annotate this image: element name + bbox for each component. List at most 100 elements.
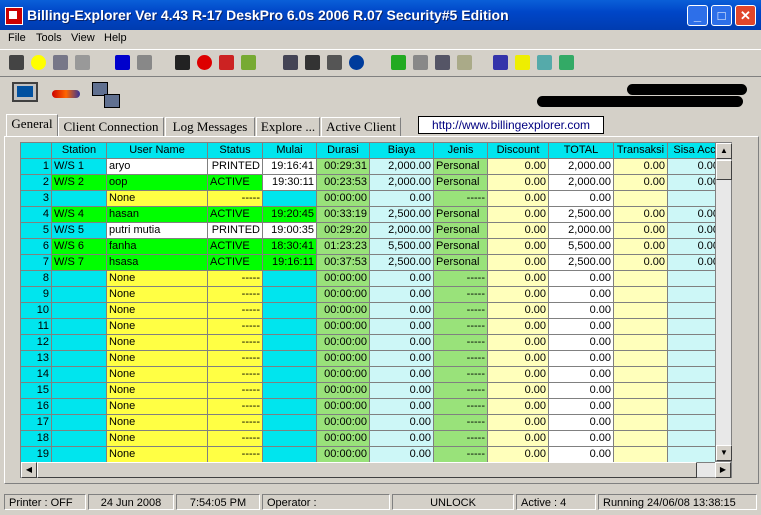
table-row[interactable]: 1 W/S 1 aryo PRINTED 19:16:41 00:29:31 2,000.0… — [21, 159, 715, 175]
scroll-left-button[interactable]: ◀ — [21, 462, 37, 478]
total-cell: 0.00 — [549, 351, 614, 367]
column-header[interactable]: Discount — [488, 143, 549, 159]
users-icon-glyph — [305, 55, 320, 70]
discount-cell: 0.00 — [488, 319, 549, 335]
table-row[interactable]: 10 None ----- 00:00:00 0.00 ----- 0.00 0.00 — [21, 303, 715, 319]
row-number: 5 — [21, 223, 52, 239]
total-cell: 0.00 — [549, 319, 614, 335]
table-row[interactable]: 6 W/S 6 fanha ACTIVE 18:30:41 01:23:23 5,500.0… — [21, 239, 715, 255]
horizontal-scrollbar[interactable]: ◀ ▶ — [20, 462, 732, 478]
key-icon[interactable] — [72, 53, 93, 73]
table-row[interactable]: 18 None ----- 00:00:00 0.00 ----- 0.00 0.00 — [21, 431, 715, 447]
redacted-block — [537, 96, 743, 107]
printer-icon[interactable] — [324, 53, 345, 73]
row-number: 17 — [21, 415, 52, 431]
scroll-thumb[interactable] — [716, 160, 732, 180]
table-row[interactable]: 9 None ----- 00:00:00 0.00 ----- 0.00 0.00 — [21, 287, 715, 303]
column-header[interactable]: User Name — [107, 143, 208, 159]
menu-view[interactable]: View — [71, 32, 95, 44]
lock-icon[interactable] — [50, 53, 71, 73]
column-header[interactable]: Jenis — [434, 143, 488, 159]
table-row[interactable]: 11 None ----- 00:00:00 0.00 ----- 0.00 0.00 — [21, 319, 715, 335]
table-row[interactable]: 2 W/S 2 oop ACTIVE 19:30:11 00:23:53 2,000.00 P… — [21, 175, 715, 191]
status-date: 24 Jun 2008 — [88, 494, 174, 510]
info-icon[interactable] — [346, 53, 367, 73]
scroll-right-button[interactable]: ▶ — [715, 462, 731, 478]
biaya-cell: 0.00 — [370, 415, 434, 431]
tab-general[interactable]: General — [6, 114, 58, 136]
table-row[interactable]: 4 W/S 4 hasan ACTIVE 19:20:45 00:33:19 2,500.0… — [21, 207, 715, 223]
close-button[interactable]: ✕ — [735, 5, 756, 26]
column-header[interactable]: Status — [208, 143, 263, 159]
hand-icon[interactable] — [238, 53, 259, 73]
client-grid[interactable]: Station User Name Status Mulai Durasi Biaya Je… — [20, 142, 716, 464]
network-icon[interactable] — [280, 53, 301, 73]
column-header[interactable]: Sisa Acc — [668, 143, 715, 159]
table-row[interactable]: 13 None ----- 00:00:00 0.00 ----- 0.00 0.00 — [21, 351, 715, 367]
durasi-cell: 00:00:00 — [317, 287, 370, 303]
minimize-button[interactable]: _ — [687, 5, 708, 26]
table-row[interactable]: 5 W/S 5 putri mutia PRINTED 19:00:35 00:29:20… — [21, 223, 715, 239]
flash-icon[interactable] — [512, 53, 533, 73]
table-row[interactable]: 3 None ----- 00:00:00 0.00 ----- 0.00 0.00 — [21, 191, 715, 207]
column-header[interactable]: Mulai — [263, 143, 317, 159]
column-header[interactable]: Transaksi — [614, 143, 668, 159]
car-icon[interactable] — [52, 90, 80, 98]
table-row[interactable]: 7 W/S 7 hsasa ACTIVE 19:16:11 00:37:53 2,500.0… — [21, 255, 715, 271]
station-cell: W/S 1 — [52, 159, 107, 175]
column-header[interactable]: Biaya — [370, 143, 434, 159]
menu-file[interactable]: File — [8, 32, 26, 44]
menu-help[interactable]: Help — [104, 32, 127, 44]
smiley-icon[interactable] — [28, 53, 49, 73]
hscroll-thumb[interactable] — [37, 462, 697, 478]
tab-client-connection[interactable]: Client Connection — [58, 117, 164, 136]
sisa-acc-cell — [668, 191, 715, 207]
sisa-acc-cell: 0.00 — [668, 239, 715, 255]
users-icon[interactable] — [302, 53, 323, 73]
clock-run-icon[interactable] — [134, 53, 155, 73]
total-cell: 2,000.00 — [549, 175, 614, 191]
timer-icon[interactable] — [216, 53, 237, 73]
refresh-icon[interactable] — [556, 53, 577, 73]
user-cell: None — [107, 367, 208, 383]
durasi-cell: 00:37:53 — [317, 255, 370, 271]
scroll-down-button[interactable]: ▼ — [716, 445, 732, 461]
tab-active-client[interactable]: Active Client — [321, 117, 401, 136]
tab-explore[interactable]: Explore ... — [256, 117, 320, 136]
table-row[interactable]: 17 None ----- 00:00:00 0.00 ----- 0.00 0.00 — [21, 415, 715, 431]
document-icon[interactable] — [432, 53, 453, 73]
monitor-icon[interactable] — [112, 53, 133, 73]
discount-cell: 0.00 — [488, 399, 549, 415]
menu-tools[interactable]: Tools — [36, 32, 62, 44]
table-row[interactable]: 15 None ----- 00:00:00 0.00 ----- 0.00 0.00 — [21, 383, 715, 399]
table-row[interactable]: 8 None ----- 00:00:00 0.00 ----- 0.00 0.00 — [21, 271, 715, 287]
table-row[interactable]: 16 None ----- 00:00:00 0.00 ----- 0.00 0.00 — [21, 399, 715, 415]
table-row[interactable]: 14 None ----- 00:00:00 0.00 ----- 0.00 0.00 — [21, 367, 715, 383]
plug-icon[interactable] — [410, 53, 431, 73]
vertical-scrollbar[interactable]: ▲ ▼ — [715, 142, 732, 462]
notepad-icon[interactable] — [454, 53, 475, 73]
column-header[interactable]: Station — [52, 143, 107, 159]
connect-icon[interactable] — [388, 53, 409, 73]
computer-icon[interactable] — [12, 82, 38, 102]
table-row[interactable]: 12 None ----- 00:00:00 0.00 ----- 0.00 0.00 — [21, 335, 715, 351]
eye-icon[interactable] — [172, 53, 193, 73]
discount-cell: 0.00 — [488, 351, 549, 367]
app-icon[interactable] — [5, 7, 23, 25]
stop-icon[interactable] — [194, 53, 215, 73]
column-header[interactable]: TOTAL — [549, 143, 614, 159]
login-icon[interactable] — [490, 53, 511, 73]
tab-log-messages[interactable]: Log Messages — [165, 117, 255, 136]
table-row[interactable]: 19 None ----- 00:00:00 0.00 ----- 0.00 0.00 — [21, 447, 715, 463]
durasi-cell: 00:00:00 — [317, 335, 370, 351]
website-link[interactable]: http://www.billingexplorer.com — [418, 116, 604, 134]
scroll-up-button[interactable]: ▲ — [716, 143, 732, 159]
database-icon[interactable] — [534, 53, 555, 73]
column-header[interactable]: Durasi — [317, 143, 370, 159]
durasi-cell: 00:33:19 — [317, 207, 370, 223]
row-number: 2 — [21, 175, 52, 191]
maximize-button[interactable]: □ — [711, 5, 732, 26]
binoculars-icon[interactable] — [6, 53, 27, 73]
network-computers-icon[interactable] — [92, 82, 120, 108]
column-header[interactable] — [21, 143, 52, 159]
